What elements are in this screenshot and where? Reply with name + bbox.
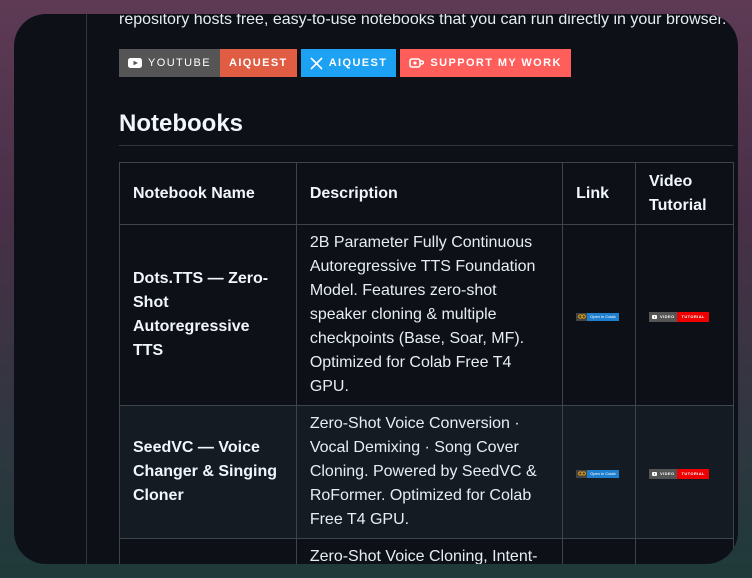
colab-logo-icon xyxy=(577,471,586,476)
notebooks-table: Notebook Name Description Link Video Tut… xyxy=(119,162,734,564)
youtube-icon xyxy=(128,58,142,68)
notebook-description: Zero-Shot Voice Conversion · Vocal Demix… xyxy=(295,405,564,539)
youtube-icon xyxy=(652,472,658,476)
x-badge-label: AIQUEST xyxy=(328,57,388,69)
table-header-row: Notebook Name Description Link Video Tut… xyxy=(119,162,734,225)
notebook-description: 2B Parameter Fully Continuous Autoregres… xyxy=(295,224,564,406)
kofi-cup-icon xyxy=(409,58,425,68)
notebook-name: SeedVC — Voice Changer & Singing Cloner xyxy=(119,405,297,539)
video-badge-right: TUTORIAL xyxy=(677,469,709,479)
header-description: Description xyxy=(295,162,564,225)
table-row: Dots.TTS — Zero-Shot Autoregressive TTS … xyxy=(119,224,734,406)
notebook-name xyxy=(119,538,297,564)
header-notebook-name: Notebook Name xyxy=(119,162,297,225)
x-logo-icon xyxy=(310,56,323,70)
header-video-tutorial: Video Tutorial xyxy=(635,162,734,225)
left-rail-divider xyxy=(86,14,87,564)
video-badge-left: VIDEO xyxy=(660,471,675,476)
youtube-badge[interactable]: YOUTUBE AIQUEST xyxy=(119,49,297,77)
video-tutorial-badge[interactable]: VIDEO TUTORIAL xyxy=(649,312,709,322)
video-badge-right: TUTORIAL xyxy=(677,312,709,322)
colab-logo-icon xyxy=(577,314,586,319)
table-row: Zero-Shot Voice Cloning, Intent- xyxy=(119,538,734,564)
header-link: Link xyxy=(562,162,637,225)
x-badge[interactable]: AIQUEST xyxy=(300,49,397,77)
intro-text: repository hosts free, easy-to-use noteb… xyxy=(119,14,727,28)
support-badge-label: SUPPORT MY WORK xyxy=(430,57,562,69)
support-badge[interactable]: SUPPORT MY WORK xyxy=(400,49,571,77)
open-in-colab-badge[interactable]: Open in Colab xyxy=(576,469,619,478)
badge-row: YOUTUBE AIQUEST AIQUEST SUPPORT MY WORK xyxy=(119,49,571,77)
colab-badge-label: Open in Colab xyxy=(587,469,619,478)
heading-divider xyxy=(119,145,733,146)
youtube-badge-right: AIQUEST xyxy=(228,57,288,69)
video-tutorial-badge[interactable]: VIDEO TUTORIAL xyxy=(649,469,709,479)
notebook-name: Dots.TTS — Zero-Shot Autoregressive TTS xyxy=(119,224,297,406)
notebook-description: Zero-Shot Voice Cloning, Intent- xyxy=(295,538,564,564)
readme-window: repository hosts free, easy-to-use noteb… xyxy=(14,14,738,564)
table-row: SeedVC — Voice Changer & Singing Cloner … xyxy=(119,405,734,539)
section-heading: Notebooks xyxy=(119,110,244,137)
colab-badge-label: Open in Colab xyxy=(587,312,619,321)
youtube-icon xyxy=(652,315,658,319)
open-in-colab-badge[interactable]: Open in Colab xyxy=(576,312,619,321)
video-badge-left: VIDEO xyxy=(660,314,675,319)
youtube-badge-left: YOUTUBE xyxy=(148,57,211,69)
